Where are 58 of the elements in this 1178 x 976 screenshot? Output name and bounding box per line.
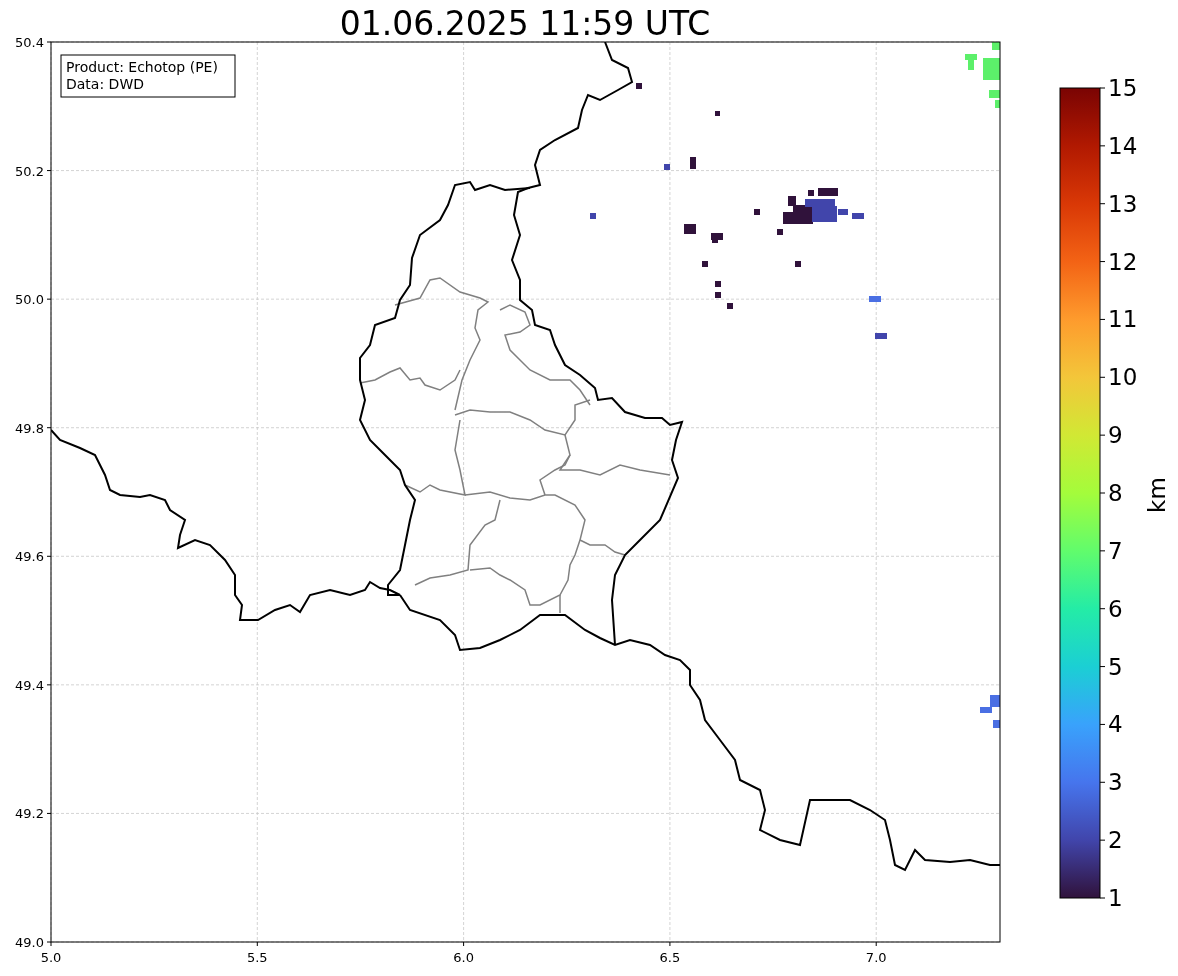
axis-tick-label: 50.4 [15,35,44,50]
axis-tick [669,941,671,947]
colorbar-tick-label: 13 [1108,190,1138,217]
colorbar-tick [1099,203,1106,205]
colorbar-tick-label: 10 [1108,364,1138,391]
axis-tick-label: 49.2 [15,806,44,822]
axis-tick-label: 7.0 [865,950,887,965]
colorbar-tick-label: 9 [1108,422,1123,449]
axis-tick [46,684,52,686]
colorbar-tick [1099,87,1106,89]
axis-tick-label: 49.6 [15,549,44,565]
colorbar-tick-label: 2 [1108,827,1123,854]
colorbar-tick [1099,145,1106,147]
axis-tick [46,298,52,300]
colorbar-tick-label: 4 [1108,711,1123,738]
axis-tick-label: 5.5 [246,950,268,965]
colorbar-tick-label: 1 [1108,885,1123,911]
axis-tick [46,812,52,814]
legend-text: Product: Echotop (PE) [66,59,218,75]
colorbar-tick-label: 3 [1108,769,1123,796]
axis-tick-label: 6.0 [453,950,474,965]
colorbar-tick [1099,376,1106,378]
colorbar-tick-label: 6 [1108,595,1123,622]
plot-title: 01.06.2025 11:59 UTC [339,4,711,43]
colorbar-tick-label: 15 [1108,75,1138,101]
axis-tick-label: 5.0 [40,950,62,965]
axis-tick-label: 49.4 [15,677,44,693]
legend-text: Data: DWD [66,76,144,92]
axis-tick-label: 49.8 [15,420,44,436]
colorbar-tick-label: 8 [1108,480,1123,506]
colorbar-tick [1099,492,1106,494]
axis-tick [46,41,52,43]
axis-tick [46,427,52,429]
axis-tick-label: 50.2 [15,163,44,179]
axis-tick [256,941,258,947]
colorbar-label: km [1144,477,1170,513]
colorbar-tick [1099,608,1106,610]
colorbar-tick-label: 11 [1108,306,1138,333]
colorbar-tick-label: 12 [1108,248,1138,275]
axis-tick [875,941,877,947]
colorbar-tick [1099,897,1106,899]
colorbar-tick [1099,261,1106,263]
colorbar-tick-label: 5 [1108,653,1123,680]
axis-tick-label: 49.0 [15,935,44,950]
colorbar-tick [1099,318,1106,320]
colorbar-tick [1099,781,1106,783]
colorbar-tick [1099,434,1106,436]
colorbar-tick [1099,550,1106,552]
colorbar-tick [1099,666,1106,668]
colorbar-tick-label: 14 [1108,132,1138,159]
axis-tick [463,941,465,947]
colorbar-tick [1099,839,1106,841]
colorbar-tick-label: 7 [1108,537,1123,564]
axis-tick-label: 6.5 [659,950,681,965]
axis-tick [46,555,52,557]
colorbar-tick [1099,723,1106,725]
axis-tick [46,170,52,172]
axis-tick-label: 50.0 [15,292,44,308]
